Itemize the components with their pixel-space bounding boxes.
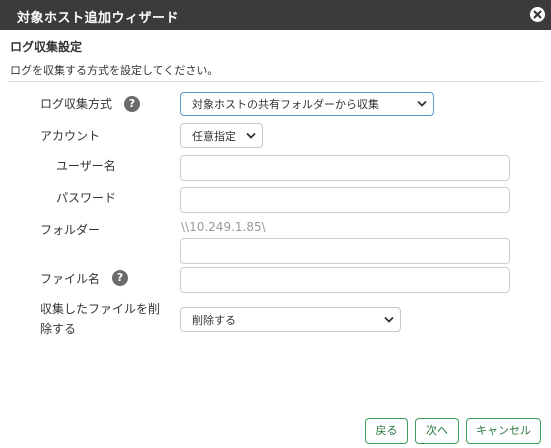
method-select[interactable]: 対象ホストの共有フォルダーから収集	[180, 92, 434, 116]
delete-select[interactable]: 削除する	[180, 307, 401, 332]
account-select[interactable]: 任意指定	[180, 123, 263, 148]
next-button[interactable]: 次へ	[415, 418, 459, 444]
delete-select-value: 削除する	[192, 313, 236, 327]
account-label: アカウント	[40, 129, 101, 143]
delete-label-line1: 収集したファイルを削	[40, 302, 161, 316]
password-label: パスワード	[56, 191, 117, 205]
back-button[interactable]: 戻る	[365, 418, 408, 444]
password-input[interactable]	[180, 187, 510, 213]
method-select-value: 対象ホストの共有フォルダーから収集	[192, 98, 379, 111]
account-select-value: 任意指定	[192, 129, 236, 143]
method-label: ログ収集方式	[40, 97, 113, 111]
folder-input[interactable]	[180, 238, 510, 264]
username-input[interactable]	[180, 155, 510, 181]
dialog-titlebar: 対象ホスト追加ウィザード	[0, 0, 551, 30]
chevron-down-icon	[417, 100, 427, 107]
section-title: ログ収集設定	[10, 40, 83, 54]
dialog-title: 対象ホスト追加ウィザード	[17, 11, 180, 26]
folder-path-prefix: \\10.249.1.85\	[181, 220, 266, 234]
filename-input[interactable]	[180, 267, 510, 293]
section-description: ログを収集する方式を設定してください。	[10, 64, 219, 77]
cancel-button[interactable]: キャンセル	[466, 418, 541, 444]
filename-label: ファイル名	[40, 272, 101, 286]
username-label: ユーザー名	[56, 159, 116, 173]
folder-label: フォルダー	[40, 223, 101, 237]
filename-help-icon[interactable]: ?	[112, 270, 128, 286]
chevron-down-icon	[246, 132, 256, 139]
close-icon[interactable]	[530, 7, 545, 22]
delete-label-line2: 除する	[40, 322, 77, 336]
divider	[8, 81, 543, 82]
chevron-down-icon	[384, 316, 394, 323]
method-help-icon[interactable]: ?	[124, 96, 140, 112]
